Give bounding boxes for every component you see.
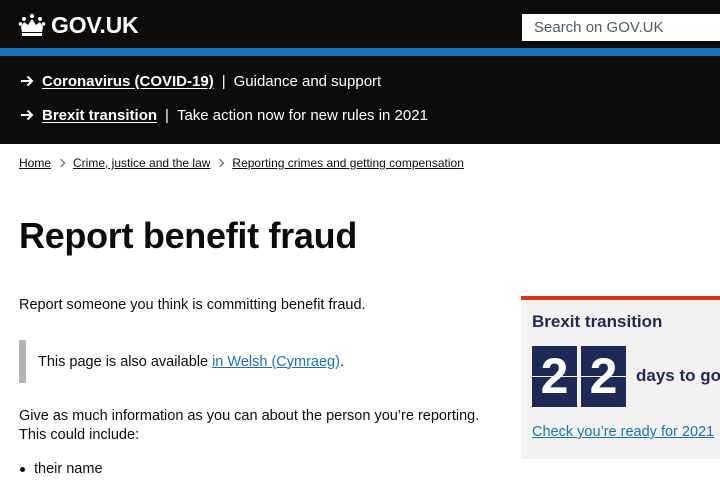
search-input[interactable]	[520, 12, 720, 43]
page-title: Report benefit fraud	[19, 215, 358, 256]
header-accent-bar	[0, 48, 720, 56]
promo-title: Brexit transition	[532, 312, 663, 331]
chevron-right-icon	[56, 158, 66, 168]
brexit-countdown-promo: Brexit transition 2 2 days to go Check y…	[521, 296, 720, 459]
banner-item-brexit: Brexit transition | Take action now for …	[20, 105, 428, 125]
info-list: their name	[19, 460, 103, 478]
site-header: GOV.UK	[0, 0, 720, 48]
govuk-logo-link[interactable]: GOV.UK	[18, 10, 139, 40]
intro-text: Report someone you think is committing b…	[19, 297, 366, 313]
breadcrumb: Home Crime, justice and the law Reportin…	[19, 155, 464, 171]
countdown-digit: 2	[532, 346, 577, 407]
global-banner: Coronavirus (COVID-19) | Guidance and su…	[0, 56, 720, 144]
welsh-language-link[interactable]: in Welsh (Cymraeg)	[212, 354, 340, 370]
banner-item-coronavirus: Coronavirus (COVID-19) | Guidance and su…	[20, 71, 381, 91]
banner-separator: |	[165, 106, 169, 124]
countdown-digit: 2	[581, 346, 626, 407]
banner-description: Guidance and support	[233, 72, 382, 90]
arrow-right-icon	[20, 108, 34, 122]
days-label: days to go	[636, 366, 720, 385]
crown-icon	[18, 13, 46, 37]
arrow-right-icon	[20, 74, 34, 88]
breadcrumb-reporting-crimes[interactable]: Reporting crimes and getting compensatio…	[232, 156, 463, 170]
check-ready-link[interactable]: Check you’re ready for 2021	[532, 424, 714, 440]
inset-text: This page is also available	[38, 353, 209, 370]
banner-description: Take action now for new rules in 2021	[176, 106, 428, 124]
inset-suffix: .	[339, 353, 344, 370]
list-item: their name	[19, 460, 103, 478]
coronavirus-link[interactable]: Coronavirus (COVID-19)	[42, 73, 214, 90]
breadcrumb-crime-justice[interactable]: Crime, justice and the law	[73, 156, 210, 170]
give-info-text: Give as much information as you can abou…	[19, 408, 480, 443]
breadcrumb-home[interactable]: Home	[19, 156, 51, 170]
brexit-transition-link[interactable]: Brexit transition	[42, 107, 157, 124]
banner-separator: |	[221, 72, 226, 90]
logo-text: GOV.UK	[51, 12, 139, 38]
welsh-inset: This page is also available in Welsh (Cy…	[19, 340, 489, 383]
chevron-right-icon	[216, 158, 225, 168]
